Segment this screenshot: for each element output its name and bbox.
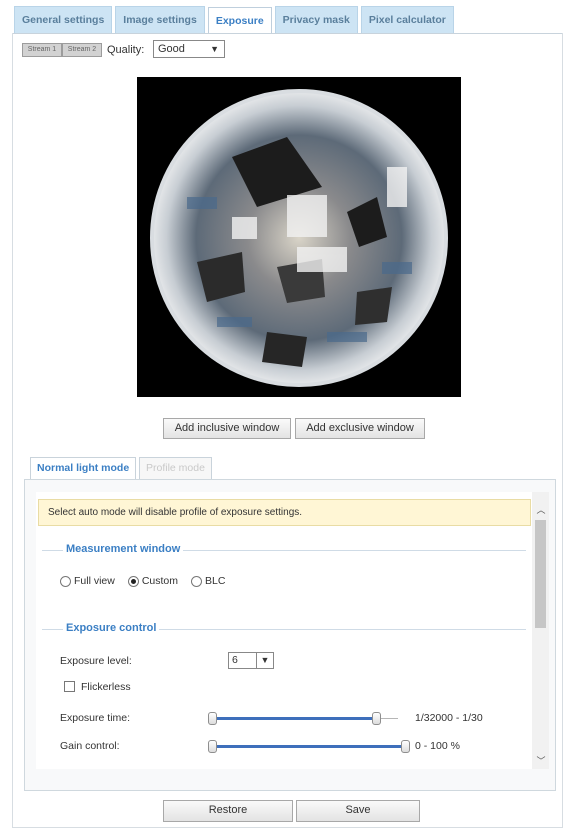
exposure-time-label: Exposure time: [60, 712, 131, 724]
gain-control-label: Gain control: [60, 740, 120, 752]
restore-button[interactable]: Restore [163, 800, 293, 822]
exposure-time-range-fill [212, 717, 377, 720]
tab-privacy-mask[interactable]: Privacy mask [274, 6, 358, 33]
top-tab-bar: General settings Image settings Exposure… [14, 6, 457, 34]
add-exclusive-window-button[interactable]: Add exclusive window [295, 418, 425, 439]
tab-image-settings[interactable]: Image settings [115, 6, 205, 33]
scroll-down-icon[interactable]: ﹀ [536, 754, 546, 767]
chevron-down-icon: ▼ [256, 653, 273, 668]
gain-control-min-handle[interactable] [208, 740, 217, 753]
flickerless-label: Flickerless [81, 681, 131, 693]
measurement-window-title: Measurement window [63, 543, 184, 555]
quality-select[interactable]: Good ▼ [153, 40, 225, 58]
gain-control-range-fill [212, 745, 406, 748]
exposure-time-range: 1/32000 - 1/30 [415, 712, 483, 724]
exposure-level-select[interactable]: 6 ▼ [228, 652, 274, 669]
quality-value: Good [158, 43, 185, 55]
tab-normal-light-mode[interactable]: Normal light mode [30, 457, 137, 479]
radio-blc[interactable] [191, 575, 203, 587]
exposure-control-title: Exposure control [63, 622, 160, 634]
tab-profile-mode: Profile mode [139, 457, 212, 479]
radio-label-blc: BLC [205, 575, 226, 587]
gain-control-range: 0 - 100 % [415, 740, 460, 752]
radio-label-full-view: Full view [74, 575, 115, 587]
tab-general-settings[interactable]: General settings [14, 6, 113, 33]
add-inclusive-window-button[interactable]: Add inclusive window [163, 418, 291, 439]
quality-label: Quality: [107, 44, 145, 56]
exposure-level-label: Exposure level: [60, 655, 132, 667]
flickerless-checkbox[interactable] [64, 681, 75, 692]
notice-banner: Select auto mode will disable profile of… [38, 499, 531, 526]
exposure-time-min-handle[interactable] [208, 712, 217, 725]
tab-pixel-calculator[interactable]: Pixel calculator [360, 6, 454, 33]
chevron-down-icon: ▼ [210, 44, 219, 54]
fisheye-image [150, 89, 448, 387]
scrollbar-thumb[interactable] [535, 520, 546, 628]
exposure-level-value: 6 [232, 654, 238, 666]
stream-2-button[interactable]: Stream 2 [62, 43, 102, 57]
video-preview[interactable] [137, 77, 461, 397]
radio-custom[interactable] [127, 575, 139, 587]
exposure-time-max-handle[interactable] [372, 712, 381, 725]
gain-control-max-handle[interactable] [401, 740, 410, 753]
save-button[interactable]: Save [296, 800, 420, 822]
stream-1-button[interactable]: Stream 1 [22, 43, 62, 57]
measurement-options: Full view Custom BLC [60, 575, 238, 587]
radio-full-view[interactable] [60, 575, 71, 587]
tab-exposure[interactable]: Exposure [207, 7, 272, 34]
radio-label-custom: Custom [141, 575, 179, 587]
scroll-up-icon[interactable]: ︿ [536, 503, 546, 516]
